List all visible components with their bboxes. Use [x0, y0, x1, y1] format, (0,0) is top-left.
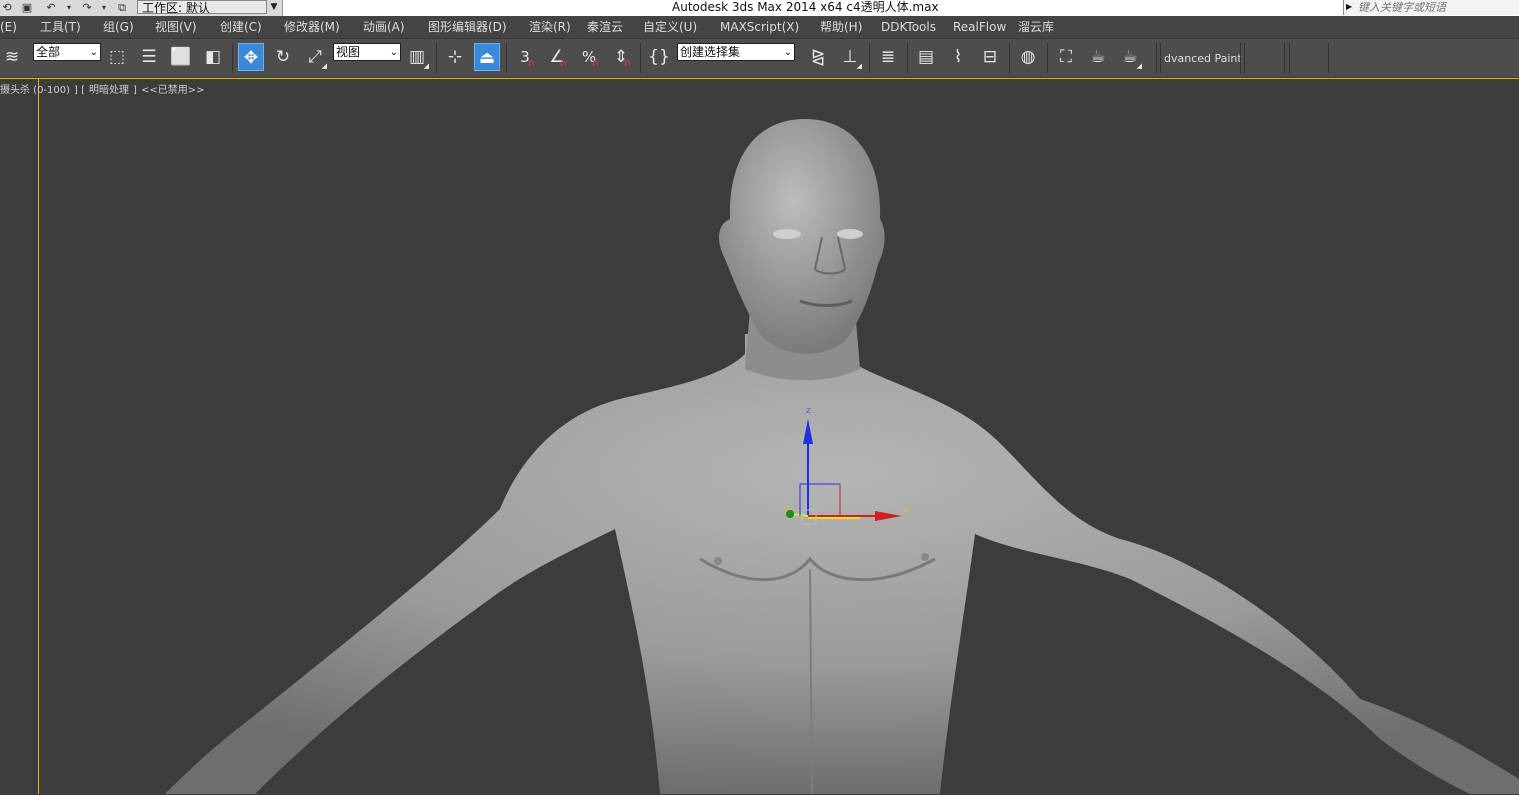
- torso-mesh[interactable]: [165, 334, 1519, 794]
- percent-snap-icon[interactable]: % ∩: [576, 43, 602, 71]
- select-and-move-icon[interactable]: ✥: [238, 43, 264, 71]
- rendered-frame-window-icon[interactable]: ☕: [1085, 43, 1111, 71]
- search-input[interactable]: [1358, 0, 1516, 14]
- redo-dropdown-icon[interactable]: ▾: [97, 1, 111, 14]
- align-icon[interactable]: ⊥ ◢: [837, 43, 863, 71]
- select-object-icon[interactable]: ⬚: [104, 43, 130, 71]
- toolbar-divider: [436, 43, 437, 73]
- named-selection-value: 创建选择集: [680, 45, 741, 59]
- pivot-center-icon[interactable]: ▥ ◢: [404, 43, 430, 71]
- select-and-manipulate-icon[interactable]: ⊹: [442, 43, 468, 71]
- toolbar-divider: [1244, 43, 1245, 73]
- human-body-model[interactable]: z x y: [0, 79, 1519, 794]
- toolbar-divider: [1047, 43, 1048, 73]
- toolbar-divider: [1009, 43, 1010, 73]
- menu-customize[interactable]: 自定义(U): [643, 19, 697, 35]
- keyboard-shortcut-override-icon[interactable]: ⏏: [474, 43, 500, 71]
- chevron-down-icon: ⌄: [389, 47, 398, 58]
- search-box: ▶: [1343, 0, 1519, 15]
- menu-ddktools[interactable]: DDKTools: [881, 19, 936, 35]
- schematic-view-icon[interactable]: ⊟: [977, 43, 1003, 71]
- menu-edit[interactable]: (E): [0, 19, 17, 35]
- menu-liuyunku[interactable]: 溜云库: [1018, 19, 1054, 35]
- toolbar-divider: [1289, 43, 1290, 73]
- save-icon[interactable]: ▣: [20, 1, 34, 14]
- main-toolbar: ≋ 全部 ⌄ ⬚ ☰ ⬜ ◧ ✥ ↻ ⤢ ◢ 视图 ⌄ ▥ ◢ ⊹ ⏏ 3 ∩ ∠ ∩ …: [0, 38, 1519, 78]
- advanced-paint-button[interactable]: dvanced Paint: [1164, 52, 1242, 65]
- select-and-scale-icon[interactable]: ⤢ ◢: [302, 43, 328, 71]
- menu-group[interactable]: 组(G): [103, 19, 134, 35]
- menu-create[interactable]: 创建(C): [220, 19, 262, 35]
- reference-coordinate-select[interactable]: 视图 ⌄: [333, 43, 401, 61]
- curve-editor-icon[interactable]: ⌇: [945, 43, 971, 71]
- workspace-dropdown-icon[interactable]: ▼: [268, 0, 280, 15]
- rectangular-selection-icon[interactable]: ⬜: [168, 43, 194, 71]
- menu-qinxuanyun[interactable]: 秦渲云: [587, 19, 623, 35]
- reference-coordinate-value: 视图: [336, 45, 361, 59]
- project-folder-icon[interactable]: ⧉: [115, 1, 129, 14]
- toolbar-divider: [232, 43, 233, 73]
- menu-bar: (E) 工具(T) 组(G) 视图(V) 创建(C) 修改器(M) 动画(A) …: [0, 16, 1519, 38]
- right-eye: [837, 229, 863, 239]
- undo-icon[interactable]: ↶: [44, 1, 58, 14]
- menu-help[interactable]: 帮助(H): [820, 19, 862, 35]
- menu-modifiers[interactable]: 修改器(M): [284, 19, 340, 35]
- render-setup-icon[interactable]: ⛶: [1053, 43, 1079, 71]
- chevron-down-icon: ⌄: [783, 47, 792, 58]
- window-title: Autodesk 3ds Max 2014 x64 c4透明人体.max: [672, 0, 939, 14]
- menu-rendering[interactable]: 渲染(R): [529, 19, 571, 35]
- open-icon[interactable]: ⟲: [0, 1, 14, 14]
- mirror-icon[interactable]: ⧎: [805, 43, 831, 71]
- toolbar-divider: [506, 43, 507, 73]
- toolbar-divider: [1160, 43, 1161, 73]
- gizmo-y-label: y: [784, 504, 790, 514]
- layer-manager-icon[interactable]: ≣: [875, 43, 901, 71]
- angle-snap-icon[interactable]: ∠ ∩: [544, 43, 570, 71]
- bind-space-warp-icon[interactable]: ≋: [0, 43, 24, 71]
- menu-graph-editors[interactable]: 图形编辑器(D): [428, 19, 507, 35]
- named-selection-select[interactable]: 创建选择集 ⌄: [677, 43, 795, 61]
- selection-filter-select[interactable]: 全部 ⌄: [33, 43, 101, 61]
- gizmo-x-label: x: [904, 506, 910, 516]
- graphite-tools-icon[interactable]: ▤: [913, 43, 939, 71]
- select-by-name-icon[interactable]: ☰: [136, 43, 162, 71]
- title-bar: ⟲ ▣ ↶ ▾ ↷ ▾ ⧉ 工作区: 默认 ▼ Autodesk 3ds Max…: [0, 0, 1519, 16]
- edit-named-selection-icon[interactable]: {}: [646, 43, 672, 71]
- menu-realflow[interactable]: RealFlow: [953, 19, 1006, 35]
- menu-views[interactable]: 视图(V): [155, 19, 197, 35]
- select-and-rotate-icon[interactable]: ↻: [270, 43, 296, 71]
- selection-filter-value: 全部: [36, 45, 61, 59]
- toolbar-divider: [1284, 43, 1285, 73]
- search-expand-icon[interactable]: ▶: [1346, 0, 1352, 14]
- toolbar-divider: [907, 43, 908, 73]
- chevron-down-icon: ⌄: [89, 47, 98, 58]
- toolbar-divider: [1156, 43, 1157, 73]
- menu-maxscript[interactable]: MAXScript(X): [720, 19, 799, 35]
- spinner-snap-icon[interactable]: ⇕ ∩: [608, 43, 634, 71]
- window-crossing-icon[interactable]: ◧: [200, 43, 226, 71]
- toolbar-divider: [1240, 43, 1241, 73]
- toolbar-divider: [640, 43, 641, 73]
- workspace-select[interactable]: 工作区: 默认: [137, 0, 267, 15]
- menu-tools[interactable]: 工具(T): [40, 19, 81, 35]
- menu-animation[interactable]: 动画(A): [363, 19, 405, 35]
- material-editor-icon[interactable]: ◍: [1015, 43, 1041, 71]
- redo-icon[interactable]: ↷: [80, 1, 94, 14]
- right-nipple: [921, 553, 929, 561]
- undo-dropdown-icon[interactable]: ▾: [62, 1, 76, 14]
- left-nipple: [714, 557, 722, 565]
- toolbar-divider: [1328, 43, 1329, 73]
- left-eye: [773, 229, 801, 239]
- quick-access-toolbar: ⟲ ▣ ↶ ▾ ↷ ▾ ⧉ 工作区: 默认 ▼: [0, 0, 283, 16]
- render-production-icon[interactable]: ☕ ◢: [1117, 43, 1143, 71]
- toolbar-divider: [869, 43, 870, 73]
- snaps-toggle-icon[interactable]: 3 ∩: [512, 43, 538, 71]
- gizmo-z-label: z: [806, 406, 811, 416]
